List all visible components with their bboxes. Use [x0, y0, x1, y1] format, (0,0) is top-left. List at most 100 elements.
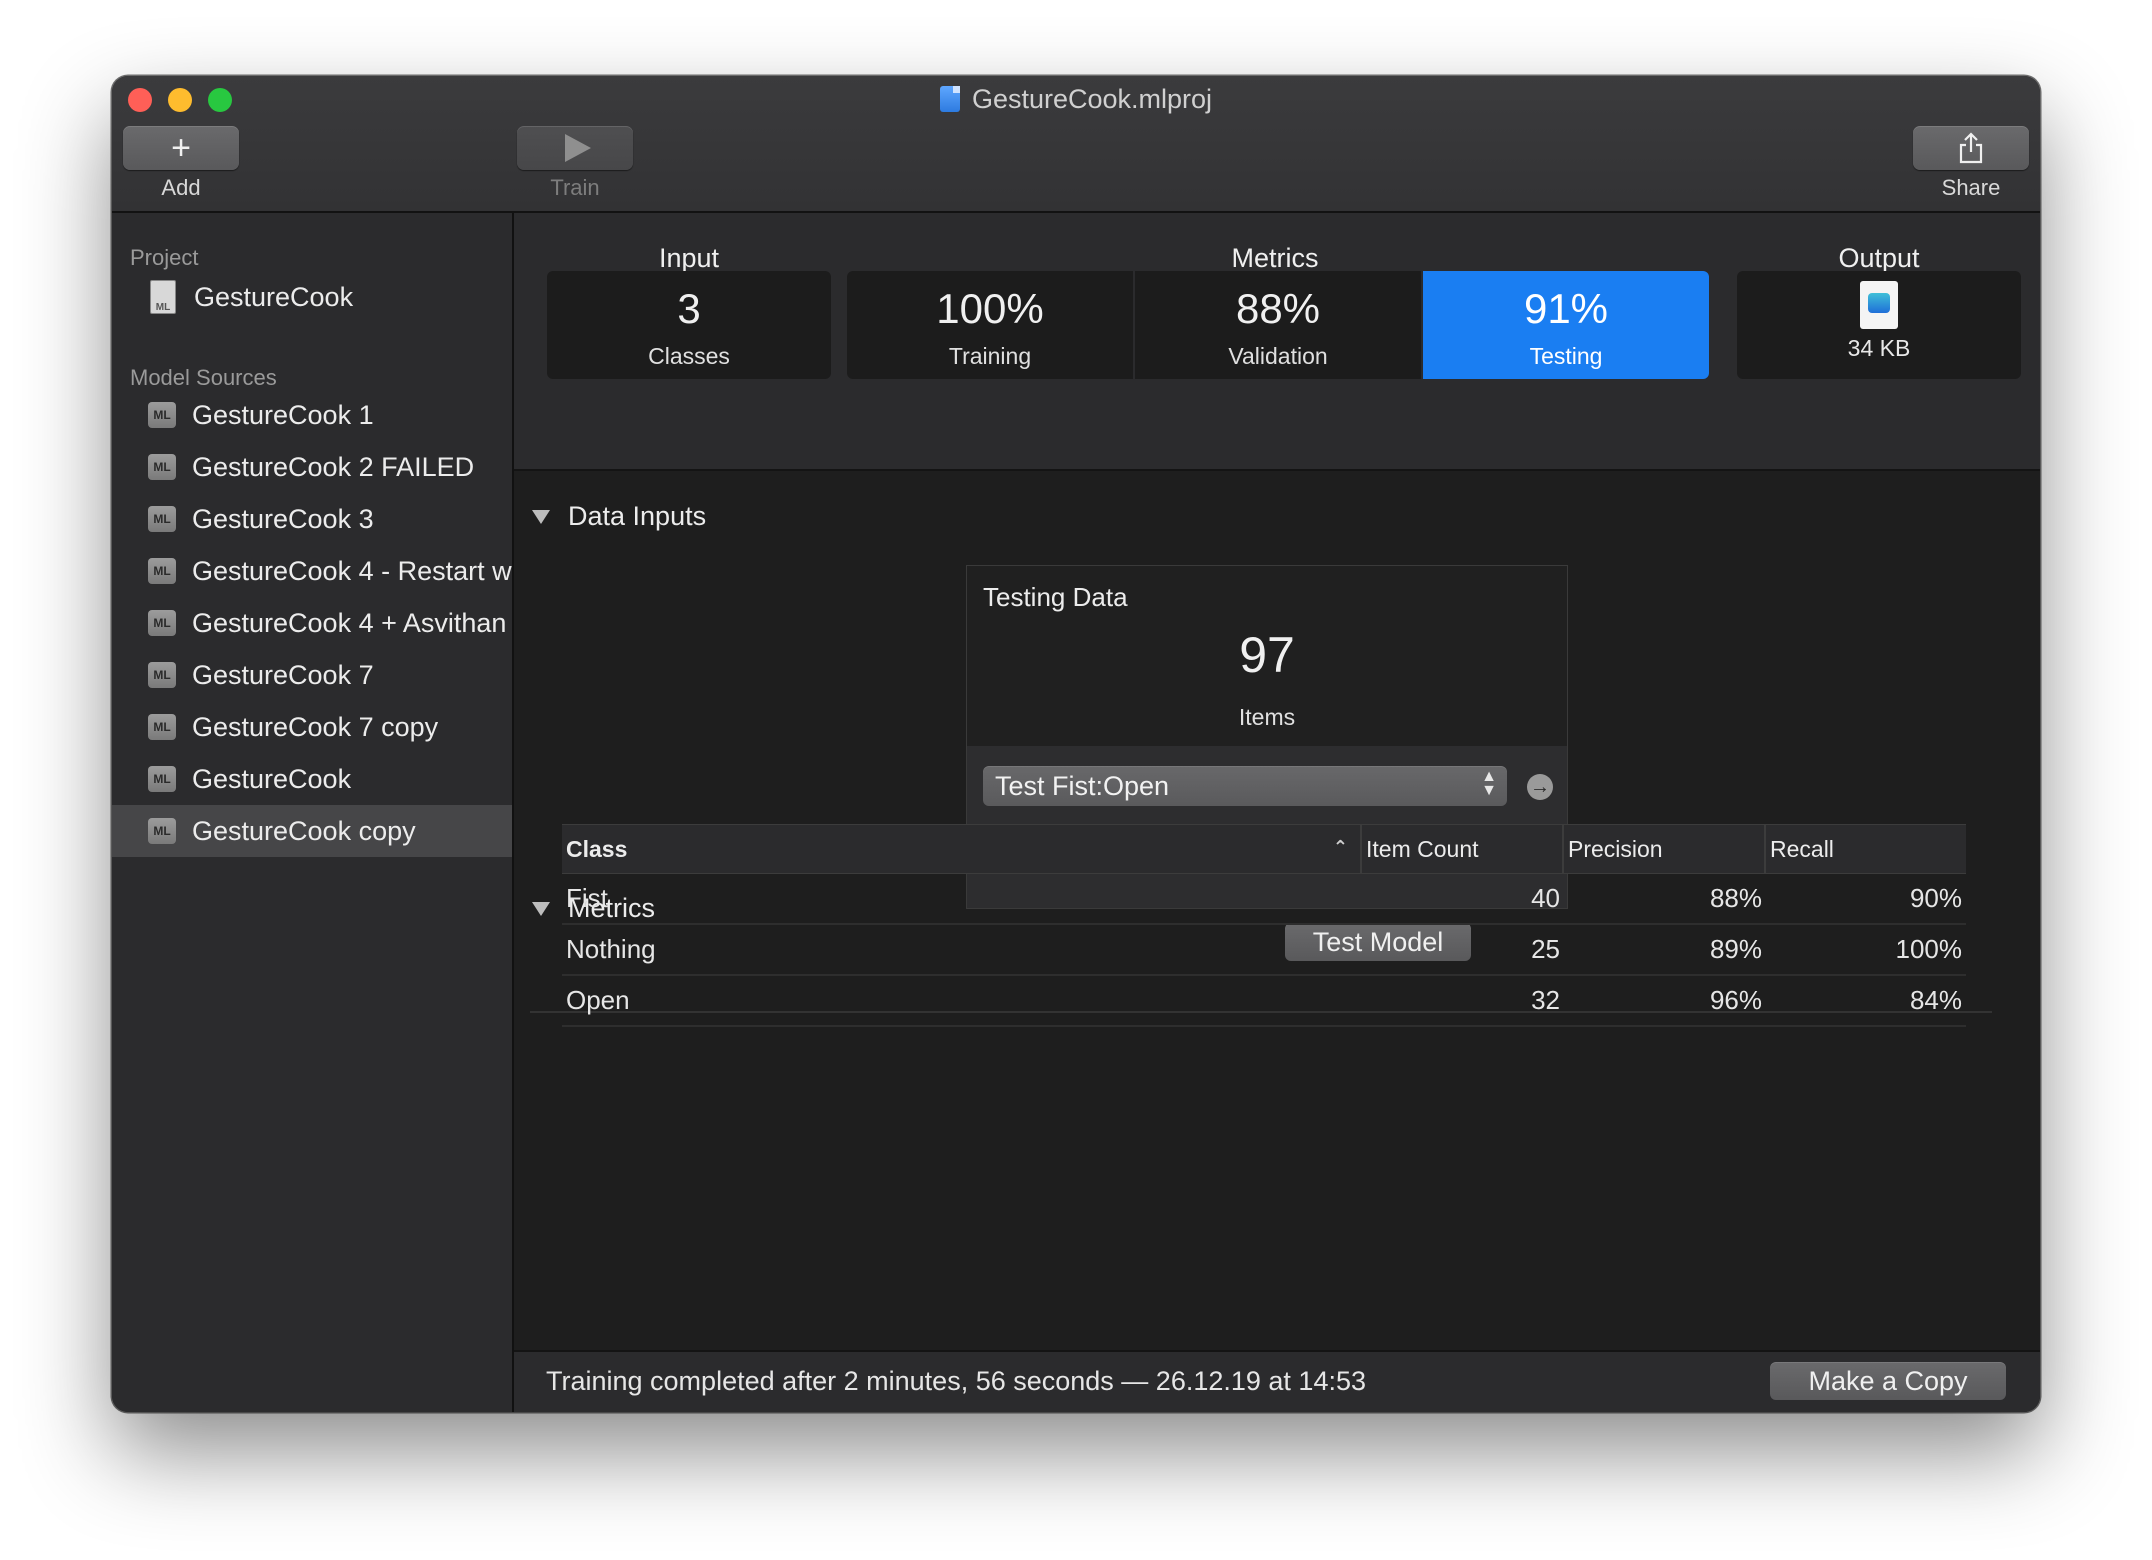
status-bar: Training completed after 2 minutes, 56 s… — [514, 1350, 2040, 1412]
sidebar: Project ML GestureCook Model Sources ML … — [112, 213, 514, 1412]
up-down-chevron-icon: ▲ ▼ — [1481, 768, 1497, 799]
class-cell: Nothing — [566, 934, 656, 964]
ml-model-icon: ML — [148, 610, 176, 636]
sidebar-item-model-source[interactable]: ML GestureCook 2 FAILED — [112, 441, 512, 493]
train-button[interactable] — [517, 126, 633, 170]
ml-model-icon: ML — [148, 558, 176, 584]
train-label: Train — [550, 175, 600, 200]
sidebar-item-label: GestureCook 7 — [192, 659, 374, 690]
model-sources-header: Model Sources — [130, 365, 277, 390]
sidebar-item-label: GestureCook — [192, 763, 352, 794]
column-header-label: Precision — [1568, 835, 1663, 862]
item-count-cell: 32 — [1531, 985, 1560, 1015]
share-icon — [1959, 132, 1983, 164]
ml-model-icon: ML — [148, 766, 176, 792]
precision-cell: 96% — [1709, 985, 1762, 1015]
column-header-label: Item Count — [1366, 835, 1479, 862]
recall-cell: 84% — [1909, 985, 1962, 1015]
sidebar-item-label: GestureCook 2 FAILED — [192, 451, 475, 482]
table-row[interactable]: Fist 40 88% 90% — [562, 874, 1966, 925]
metrics-table: Class ⌃ Item Count Precision Recall Fist… — [562, 824, 1966, 1027]
sidebar-item-model-source[interactable]: ML GestureCook 1 — [112, 389, 512, 441]
mlproj-document-icon — [939, 86, 960, 112]
column-header-precision[interactable]: Precision — [1564, 825, 1766, 873]
window-title: GestureCook.mlproj — [971, 84, 1213, 114]
tab-output[interactable]: 34 KB — [1737, 271, 2021, 379]
sidebar-item-project[interactable]: ML GestureCook — [112, 271, 512, 323]
metrics-group-label: Metrics — [1231, 243, 1319, 273]
window-title-container: GestureCook.mlproj — [112, 82, 2040, 116]
validation-accuracy: 88% — [1235, 285, 1321, 332]
table-row[interactable]: Nothing 25 89% 100% — [562, 925, 1966, 976]
train-toolbar-item[interactable]: Train — [516, 126, 634, 202]
sidebar-item-model-source[interactable]: ML GestureCook — [112, 753, 512, 805]
disclosure-triangle-icon[interactable] — [532, 901, 550, 916]
play-icon — [565, 134, 591, 162]
reveal-arrow-icon[interactable]: → — [1527, 774, 1553, 800]
make-a-copy-button[interactable]: Make a Copy — [1770, 1362, 2006, 1400]
testing-accuracy: 91% — [1523, 285, 1609, 332]
item-count-cell: 25 — [1531, 934, 1560, 964]
column-header-item-count[interactable]: Item Count — [1362, 825, 1564, 873]
ml-model-icon: ML — [148, 818, 176, 844]
sidebar-item-model-source[interactable]: ML GestureCook 7 copy — [112, 701, 512, 753]
sidebar-item-model-source[interactable]: ML GestureCook 7 — [112, 649, 512, 701]
project-header: Project — [130, 245, 199, 270]
recall-cell: 90% — [1909, 883, 1962, 913]
share-button[interactable] — [1913, 126, 2029, 170]
sidebar-item-label: GestureCook 4 + Asvithan — [192, 607, 507, 638]
tab-testing[interactable]: 91% Testing — [1423, 271, 1709, 379]
ml-model-icon: ML — [148, 662, 176, 688]
testing-label: Testing — [1529, 343, 1603, 369]
sidebar-item-label: GestureCook — [194, 281, 354, 312]
precision-cell: 89% — [1709, 934, 1762, 964]
share-toolbar-item[interactable]: Share — [1912, 126, 2030, 202]
plus-icon: + — [171, 128, 191, 167]
ml-model-icon: ML — [148, 506, 176, 532]
sidebar-item-label: GestureCook 3 — [192, 503, 374, 534]
add-button[interactable]: + — [123, 126, 239, 170]
output-size: 34 KB — [1847, 335, 1911, 361]
classes-label: Classes — [648, 343, 730, 369]
testing-items-label: Items — [1238, 704, 1296, 730]
mlmodel-file-icon — [1860, 281, 1898, 329]
classes-count: 3 — [677, 285, 701, 332]
title-bar: GestureCook.mlproj + Add Train Share — [112, 76, 2040, 213]
training-status-text: Training completed after 2 minutes, 56 s… — [546, 1366, 1366, 1396]
model-tabs-bar: Input Metrics Output 3 Classes 100% Trai… — [514, 213, 2040, 471]
sidebar-item-model-source-selected[interactable]: ML GestureCook copy — [112, 805, 512, 857]
share-label: Share — [1941, 175, 2001, 200]
output-group-label: Output — [1838, 243, 1920, 273]
column-header-label: Class — [566, 835, 628, 862]
add-toolbar-item[interactable]: + Add — [122, 126, 240, 202]
mlproj-file-icon: ML — [150, 280, 176, 314]
tab-classes[interactable]: 3 Classes — [547, 271, 831, 379]
tab-training[interactable]: 100% Training — [847, 271, 1133, 379]
sidebar-item-label: GestureCook 1 — [192, 399, 374, 430]
table-row[interactable]: Open 32 96% 84% — [562, 976, 1966, 1027]
testing-data-title: Testing Data — [983, 582, 1128, 612]
disclosure-triangle-icon[interactable] — [532, 509, 550, 524]
test-data-source-select[interactable]: Test Fist:Open ▲ ▼ — [983, 766, 1507, 806]
main-content: Input Metrics Output 3 Classes 100% Trai… — [514, 213, 2040, 1412]
class-cell: Fist — [566, 883, 608, 913]
ml-model-icon: ML — [148, 402, 176, 428]
column-header-class[interactable]: Class ⌃ — [562, 825, 1362, 873]
data-inputs-section-header[interactable]: Data Inputs — [532, 501, 706, 532]
training-accuracy: 100% — [936, 285, 1044, 332]
sort-ascending-icon: ⌃ — [1332, 837, 1348, 857]
sidebar-item-label: GestureCook 4 - Restart w — [192, 555, 512, 586]
training-label: Training — [948, 343, 1032, 369]
column-header-recall[interactable]: Recall — [1766, 825, 1966, 873]
app-window: GestureCook.mlproj + Add Train Share Pro… — [112, 76, 2040, 1412]
input-group-label: Input — [658, 243, 720, 273]
select-value: Test Fist:Open — [995, 770, 1170, 801]
tab-validation[interactable]: 88% Validation — [1135, 271, 1421, 379]
sidebar-item-model-source[interactable]: ML GestureCook 3 — [112, 493, 512, 545]
sidebar-item-model-source[interactable]: ML GestureCook 4 - Restart w — [112, 545, 512, 597]
testing-data-summary: Testing Data 97 Items — [967, 566, 1567, 746]
column-header-label: Recall — [1770, 835, 1834, 862]
sidebar-item-label: GestureCook copy — [192, 815, 416, 846]
sidebar-item-model-source[interactable]: ML GestureCook 4 + Asvithan — [112, 597, 512, 649]
validation-label: Validation — [1228, 343, 1328, 369]
